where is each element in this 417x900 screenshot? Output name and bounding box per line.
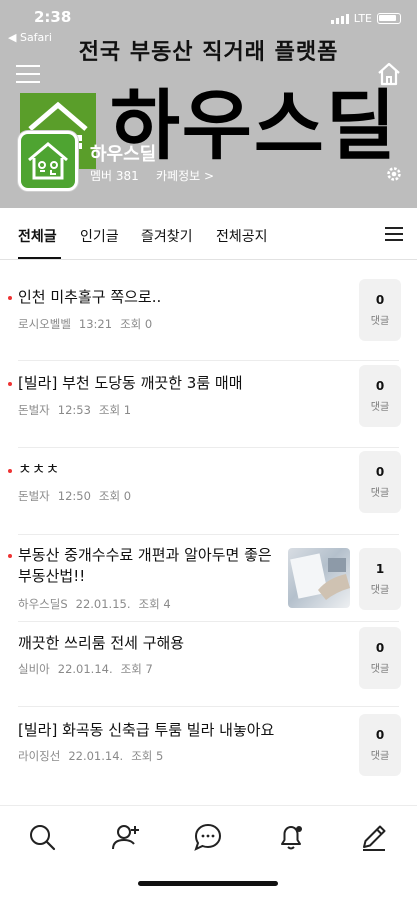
comment-count-button[interactable]: 0 댓글	[359, 627, 401, 689]
post-meta: 돈벌자 12:53 조회 1	[18, 402, 139, 418]
comment-count-button[interactable]: 0 댓글	[359, 365, 401, 427]
comment-count-button[interactable]: 0 댓글	[359, 279, 401, 341]
gear-icon[interactable]	[385, 165, 403, 183]
comment-count: 0	[375, 728, 385, 742]
cafe-avatar[interactable]	[18, 131, 78, 191]
post-meta: 돈벌자 12:50 조회 0	[18, 488, 139, 504]
post-views: 조회 0	[98, 489, 132, 503]
battery-icon	[377, 13, 401, 24]
post-time: 12:53	[57, 403, 91, 417]
member-count[interactable]: 멤버 381	[90, 167, 139, 184]
post-views: 조회 0	[120, 317, 153, 331]
post-thumbnail[interactable]	[288, 548, 350, 608]
post-meta: 라이징선 22.01.14. 조회 5	[18, 748, 171, 764]
new-post-dot	[8, 382, 12, 386]
new-post-dot	[8, 554, 12, 558]
post-title[interactable]: 깨끗한 쓰리룸 전세 구해용	[18, 633, 278, 654]
post-author: 로시오벨벨	[18, 317, 71, 331]
comment-label: 댓글	[370, 585, 390, 596]
post-time: 12:50	[57, 489, 91, 503]
notification-icon[interactable]	[276, 822, 306, 852]
comment-label: 댓글	[370, 664, 390, 675]
post-time: 22.01.14.	[68, 749, 124, 763]
write-icon[interactable]	[359, 822, 389, 852]
cafe-name: 하우스딜	[90, 144, 157, 165]
post-views: 조회 4	[138, 597, 171, 611]
post-title[interactable]: [빌라] 부천 도당동 깨끗한 3룸 매매	[18, 373, 278, 394]
home-indicator	[138, 881, 278, 886]
signal-icon	[330, 13, 349, 24]
post-title[interactable]: 부동산 중개수수료 개편과 알아두면 좋은 부동산법!!	[18, 545, 280, 587]
comment-label: 댓글	[370, 402, 390, 413]
post-title[interactable]: ㅊㅊㅊ	[18, 459, 278, 480]
post-time: 13:21	[78, 317, 113, 331]
post-time: 22.01.15.	[75, 597, 131, 611]
comment-count-button[interactable]: 0 댓글	[359, 451, 401, 513]
cafe-info-link[interactable]: 카페정보 >	[156, 167, 214, 184]
post-views: 조회 1	[98, 403, 132, 417]
banner-slogan: 전국 부동산 직거래 플랫폼	[78, 40, 339, 65]
post-author: 라이징선	[18, 749, 61, 763]
hamburger-menu-icon[interactable]	[16, 65, 40, 83]
divider	[18, 621, 399, 622]
post-meta: 하우스딜S 22.01.15. 조회 4	[18, 596, 179, 612]
board-tabs: 전체글 인기글 즐겨찾기 전체공지	[0, 208, 417, 260]
comment-label: 댓글	[370, 488, 390, 499]
active-tab-indicator	[18, 257, 61, 259]
comment-label: 댓글	[370, 751, 390, 762]
post-author: 돈벌자	[18, 403, 50, 417]
status-indicators: LTE	[330, 12, 401, 25]
post-author: 돈벌자	[18, 489, 50, 503]
post-author: 하우스딜S	[18, 597, 68, 611]
post-views: 조회 7	[120, 662, 153, 676]
cafe-header: 2:38 ◀ Safari LTE 전국 부동산 직거래 플랫폼 하우스딜 하우…	[0, 0, 417, 208]
post-views: 조회 5	[131, 749, 164, 763]
tab-all-posts[interactable]: 전체글	[18, 226, 57, 246]
comment-count-button[interactable]: 1 댓글	[359, 548, 401, 610]
post-meta: 로시오벨벨 13:21 조회 0	[18, 316, 160, 332]
comment-count-button[interactable]: 0 댓글	[359, 714, 401, 776]
post-title[interactable]: [빌라] 화곡동 신축급 투룸 빌라 내놓아요	[18, 720, 278, 741]
board-menu-icon[interactable]	[385, 227, 403, 241]
divider	[18, 706, 399, 707]
tab-favorites[interactable]: 즐겨찾기	[141, 226, 193, 246]
status-time: 2:38	[34, 8, 72, 26]
comment-count: 1	[375, 562, 385, 576]
divider	[18, 534, 399, 535]
post-title[interactable]: 인천 미추홀구 쪽으로..	[18, 287, 278, 308]
comment-count: 0	[375, 465, 385, 479]
tab-popular[interactable]: 인기글	[80, 226, 119, 246]
network-label: LTE	[353, 12, 372, 25]
post-meta: 실비아 22.01.14. 조회 7	[18, 661, 161, 677]
comment-count: 0	[375, 641, 385, 655]
divider	[18, 360, 399, 361]
divider	[18, 447, 399, 448]
comment-count: 0	[375, 293, 385, 307]
new-post-dot	[8, 296, 12, 300]
comment-count: 0	[375, 379, 385, 393]
post-time: 22.01.14.	[57, 662, 113, 676]
search-icon[interactable]	[27, 822, 57, 852]
post-author: 실비아	[18, 662, 50, 676]
tab-all-notices[interactable]: 전체공지	[216, 226, 268, 246]
new-post-dot	[8, 469, 12, 473]
comment-label: 댓글	[370, 316, 390, 327]
chat-icon[interactable]	[193, 822, 223, 852]
add-member-icon[interactable]	[111, 822, 141, 852]
